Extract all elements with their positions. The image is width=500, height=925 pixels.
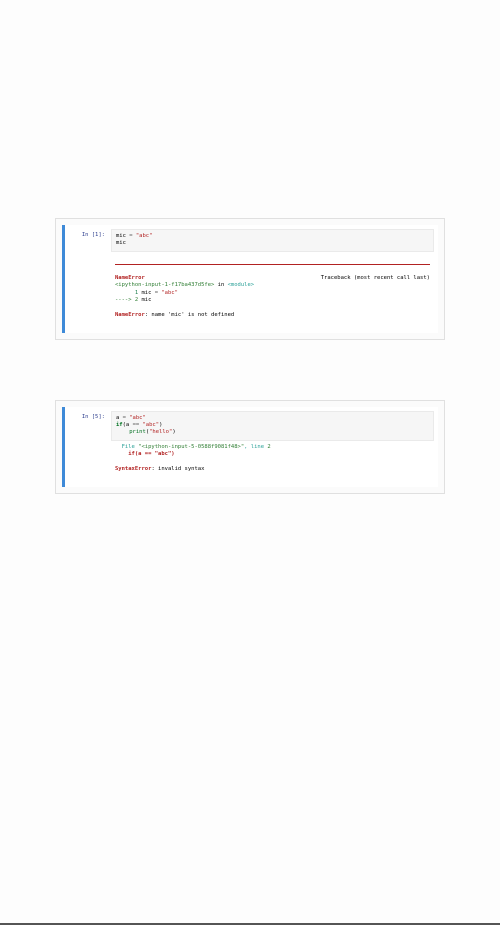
code-token: ) [172,429,175,435]
error-location: "<ipython-input-5-0588f9081f48>" [138,444,244,450]
code-input[interactable]: a = "abc" if(a == "abc") print("hello") [111,411,434,441]
traceback-label: Traceback (most recent call last) [321,275,430,282]
error-location: <ipython-input-1-f17ba437d5fe> [115,282,214,288]
code-token: = [126,233,136,239]
page: In [1]: mic = "abc" mic NameError Traceba… [0,218,500,925]
cell-body: In [5]: a = "abc" if(a == "abc") print("… [62,407,438,487]
error-message: : invalid syntax [151,466,204,472]
cell-input-row: In [5]: a = "abc" if(a == "abc") print("… [69,411,434,441]
cell-output-row: NameError Traceback (most recent call las… [69,252,434,327]
error-name: NameError [115,312,145,318]
code-output: NameError Traceback (most recent call las… [111,252,434,327]
file-lineno: 2 [267,444,270,450]
error-name: SyntaxError [115,466,151,472]
error-in: in [214,282,227,288]
lineno: 1 [115,290,142,296]
code-token: print [129,429,146,435]
file-label: File [115,444,138,450]
error-name: NameError [115,275,145,282]
output-prompt [69,441,111,444]
caret-icon [115,459,175,465]
offending-line: if(a == "abc") [115,451,175,457]
code-token: mic [116,233,126,239]
error-header: NameError Traceback (most recent call las… [115,275,430,282]
code-token: = [119,415,129,421]
code-token: "hello" [149,429,172,435]
error-divider [115,264,430,265]
output-prompt [69,252,111,255]
error-message: : name 'mic' is not defined [145,312,234,318]
input-prompt: In [5]: [69,411,111,420]
arrow-icon: ----> 2 [115,297,142,303]
code-output: File "<ipython-input-5-0588f9081f48>", l… [111,441,434,481]
code-token: "abc" [161,290,178,296]
code-token: if [116,422,123,428]
code-token: "abc" [136,233,153,239]
cell-output-row: File "<ipython-input-5-0588f9081f48>", l… [69,441,434,481]
file-line: , line [244,444,267,450]
code-token: ) [159,422,162,428]
notebook-cell: In [1]: mic = "abc" mic NameError Traceba… [55,218,445,340]
code-token: mic [142,290,152,296]
code-token: "abc" [143,422,160,428]
input-prompt: In [1]: [69,229,111,238]
cell-body: In [1]: mic = "abc" mic NameError Traceba… [62,225,438,333]
code-input[interactable]: mic = "abc" mic [111,229,434,252]
code-token: (a [123,422,133,428]
code-token [116,429,129,435]
error-module: <module> [228,282,255,288]
cell-input-row: In [1]: mic = "abc" mic [69,229,434,252]
notebook-cell: In [5]: a = "abc" if(a == "abc") print("… [55,400,445,494]
code-token: mic [116,240,126,246]
code-token: "abc" [129,415,146,421]
code-token: mic [142,297,152,303]
code-token: = [151,290,161,296]
